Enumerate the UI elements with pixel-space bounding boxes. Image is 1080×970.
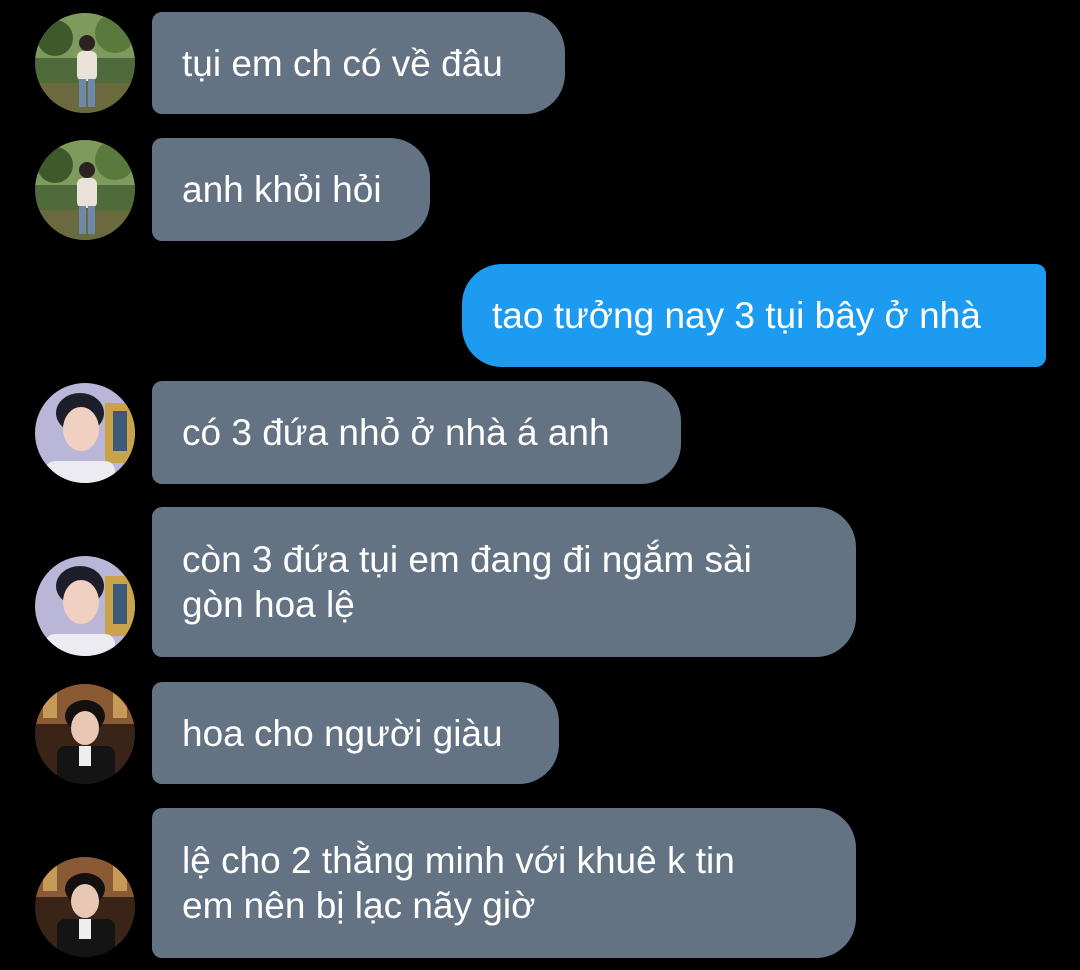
avatar-photo-forest-icon [35,13,135,113]
avatar-photo-smiling-icon [35,383,135,483]
message-bubble-incoming[interactable]: lệ cho 2 thằng minh với khuê k tin em nê… [152,808,856,958]
avatar-contact-a[interactable] [35,13,135,113]
avatar-contact-c[interactable] [35,857,135,957]
avatar-photo-restaurant-icon [35,684,135,784]
message-bubble-incoming[interactable]: có 3 đứa nhỏ ở nhà á anh [152,381,681,484]
message-bubble-incoming[interactable]: anh khỏi hỏi [152,138,430,241]
message-text-line: gòn hoa lệ [182,584,355,625]
message-text-line: em nên bị lạc nãy giờ [182,885,536,926]
message-text: anh khỏi hỏi [182,169,382,210]
message-text: tao tưởng nay 3 tụi bây ở nhà [492,295,981,336]
avatar-photo-smiling-icon [35,556,135,656]
avatar-contact-b[interactable] [35,556,135,656]
message-text: hoa cho người giàu [182,712,503,754]
message-text-line: lệ cho 2 thằng minh với khuê k tin [182,840,735,881]
message-text: có 3 đứa nhỏ ở nhà á anh [182,412,610,453]
avatar-contact-b[interactable] [35,383,135,483]
avatar-contact-c[interactable] [35,684,135,784]
message-bubble-incoming[interactable]: còn 3 đứa tụi em đang đi ngắm sài gòn ho… [152,507,856,657]
avatar-contact-a[interactable] [35,140,135,240]
message-bubble-incoming[interactable]: tụi em ch có về đâu [152,12,565,114]
avatar-photo-restaurant-icon [35,857,135,957]
message-bubble-incoming[interactable]: hoa cho người giàu [152,682,559,784]
message-text: còn 3 đứa tụi em đang đi ngắm sài gòn ho… [182,537,752,627]
avatar-photo-forest-icon [35,140,135,240]
message-text: lệ cho 2 thằng minh với khuê k tin em nê… [182,838,735,928]
message-text: tụi em ch có về đâu [182,42,503,84]
message-bubble-outgoing[interactable]: tao tưởng nay 3 tụi bây ở nhà [462,264,1046,367]
message-text-line: còn 3 đứa tụi em đang đi ngắm sài [182,539,752,580]
